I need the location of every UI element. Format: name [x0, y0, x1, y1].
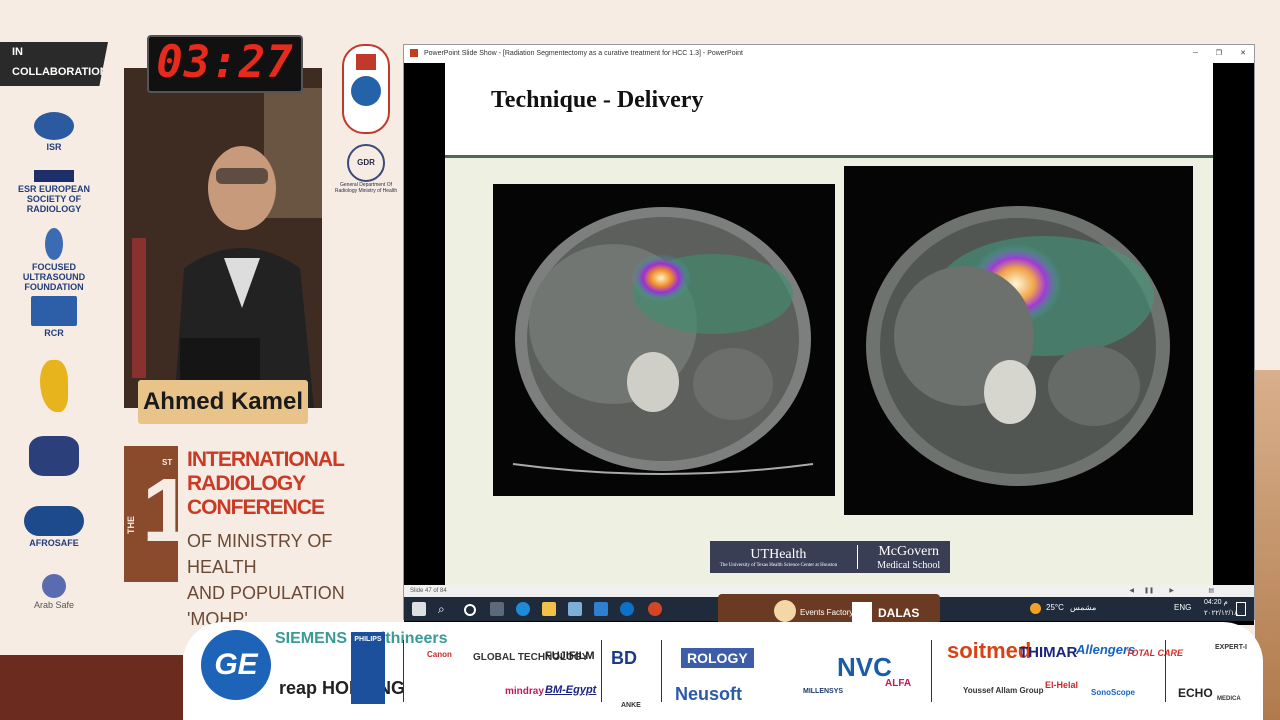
- ct-scan-image-right: [844, 166, 1193, 515]
- ct-scan-right-graphic: [866, 206, 1170, 486]
- mail-icon[interactable]: [594, 602, 608, 616]
- conference-suffix: ST: [162, 458, 173, 467]
- slide-stage: Technique - Delivery UTHealth The Univer…: [404, 63, 1254, 625]
- clock-date[interactable]: ٢٠٢٢/١٢/١٨: [1204, 609, 1238, 617]
- thimar-logo: THIMAR: [1019, 644, 1078, 661]
- sponsor-bar: GE SIEMENS Healthineers reap HOLDING PHI…: [183, 622, 1263, 720]
- task-view-icon[interactable]: [490, 602, 504, 616]
- window-titlebar[interactable]: PowerPoint Slide Show - [Radiation Segme…: [404, 45, 1254, 64]
- powerpoint-taskbar-icon[interactable]: [648, 602, 662, 616]
- slide-divider: [445, 155, 1213, 158]
- eagle-icon: [356, 54, 376, 70]
- rology-logo: ROLOGY: [681, 648, 754, 668]
- close-button[interactable]: ✕: [1240, 45, 1246, 63]
- mindray-logo: mindray: [505, 686, 544, 697]
- conference-number: 1: [142, 461, 193, 561]
- emblem-icon: [351, 76, 381, 106]
- speaker-name: Ahmed Kamel: [138, 380, 308, 424]
- reading-view-icon[interactable]: ▤: [1208, 585, 1214, 597]
- gdr-logo: GDR General Department Of Radiology Mini…: [330, 144, 402, 194]
- window-title: PowerPoint Slide Show - [Radiation Segme…: [423, 50, 743, 57]
- canon-logo: Canon: [427, 650, 452, 659]
- conference-subtitle: OF MINISTRY OF HEALTH AND POPULATION 'MO…: [187, 528, 387, 632]
- youssef-allam-logo: Youssef Allam Group: [963, 686, 1044, 695]
- slide-title: Technique - Delivery: [491, 87, 704, 113]
- medica-logo: MEDICA: [1217, 696, 1241, 702]
- philips-logo: PHILIPS: [351, 632, 385, 704]
- sonoscope-logo: SonoScope: [1091, 688, 1136, 697]
- reap-logo: reap HOLDING: [279, 678, 406, 698]
- rcr-logo: RCR: [14, 296, 94, 338]
- qr-code-icon: [852, 602, 872, 622]
- decorative-floor: [0, 655, 183, 720]
- alfa-logo: ALFA: [885, 678, 912, 689]
- next-slide-icon[interactable]: ▶: [1169, 585, 1174, 597]
- weather-icon: [1030, 603, 1041, 614]
- store-icon[interactable]: [568, 602, 582, 616]
- speaker-video: [124, 68, 322, 408]
- file-explorer-icon[interactable]: [542, 602, 556, 616]
- collab-header: IN COLLABORATION WITH: [0, 42, 108, 86]
- pause-icon[interactable]: ❚❚: [1144, 585, 1154, 597]
- total-care-logo: TOTAL CARE: [1126, 648, 1184, 658]
- language-indicator[interactable]: ENG: [1174, 603, 1191, 612]
- neusoft-logo: Neusoft: [675, 684, 742, 704]
- maximize-button[interactable]: ❐: [1216, 45, 1222, 63]
- powerpoint-window[interactable]: PowerPoint Slide Show - [Radiation Segme…: [403, 44, 1255, 625]
- conference-title-line: INTERNATIONAL: [187, 448, 345, 471]
- events-factory-label: Events Factory: [800, 608, 854, 617]
- search-icon[interactable]: ⌕: [438, 602, 452, 616]
- windows-start-icon[interactable]: [412, 602, 426, 616]
- ministry-of-health-logo: [342, 44, 390, 134]
- millensys-logo: MILLENSYS: [803, 688, 844, 695]
- echo-logo: ECHO: [1178, 686, 1213, 700]
- dalas-brand: DALAS: [878, 606, 920, 620]
- previous-slide-icon[interactable]: ◀: [1129, 585, 1134, 597]
- africa-map-logo: [14, 360, 94, 414]
- slide-counter: Slide 47 of 84: [410, 588, 447, 594]
- conference-subtitle-line: OF MINISTRY OF HEALTH: [187, 531, 333, 577]
- powerpoint-icon: [410, 49, 418, 58]
- anke-logo: ANKE: [621, 702, 641, 709]
- conference-title: INTERNATIONAL RADIOLOGY CONFERENCE: [187, 448, 387, 520]
- focused-ultrasound-logo: FOCUSED ULTRASOUND FOUNDATION: [14, 228, 94, 292]
- weather-temp: 25°C: [1046, 603, 1064, 612]
- ct-scan-left-graphic: [512, 207, 814, 475]
- esr-logo: ESR EUROPEAN SOCIETY OF RADIOLOGY: [14, 170, 94, 214]
- minimize-button[interactable]: ─: [1193, 45, 1198, 63]
- speaker-figure: [124, 68, 322, 408]
- cortana-icon[interactable]: [464, 604, 476, 616]
- fujifilm-logo: FUJIFILM: [545, 650, 595, 662]
- afrosafe-logo: AFROSAFE: [14, 506, 94, 548]
- weather-condition: مشمس: [1070, 603, 1097, 612]
- baars-logo: [14, 436, 94, 478]
- conference-badge: 1 ST THE: [124, 446, 192, 582]
- ct-scan-image-left: [493, 184, 835, 496]
- notifications-icon[interactable]: [1236, 602, 1246, 616]
- isr-logo: ISR: [14, 112, 94, 152]
- el-helal-logo: El-Helal: [1045, 680, 1079, 690]
- nvc-logo: NVC: [837, 652, 892, 682]
- bd-logo: BD: [611, 648, 637, 668]
- teamviewer-icon[interactable]: [620, 602, 634, 616]
- arab-safe-logo: Arab Safe: [14, 574, 94, 610]
- clock-time[interactable]: 04:20 م: [1204, 598, 1228, 606]
- ge-logo: GE: [201, 630, 271, 700]
- countdown-timer: 03:27: [147, 35, 303, 93]
- uthealth-mcgovern-logo: UTHealth The University of Texas Health …: [710, 541, 950, 573]
- events-factory-icon: [774, 600, 796, 622]
- edge-icon[interactable]: [516, 602, 530, 616]
- conference-the: THE: [126, 516, 136, 534]
- conference-title-line: RADIOLOGY CONFERENCE: [187, 472, 325, 519]
- expert-i-logo: EXPERT-I: [1215, 644, 1247, 651]
- bm-egypt-logo: BM-Egypt: [545, 684, 597, 696]
- slide[interactable]: Technique - Delivery UTHealth The Univer…: [445, 63, 1213, 603]
